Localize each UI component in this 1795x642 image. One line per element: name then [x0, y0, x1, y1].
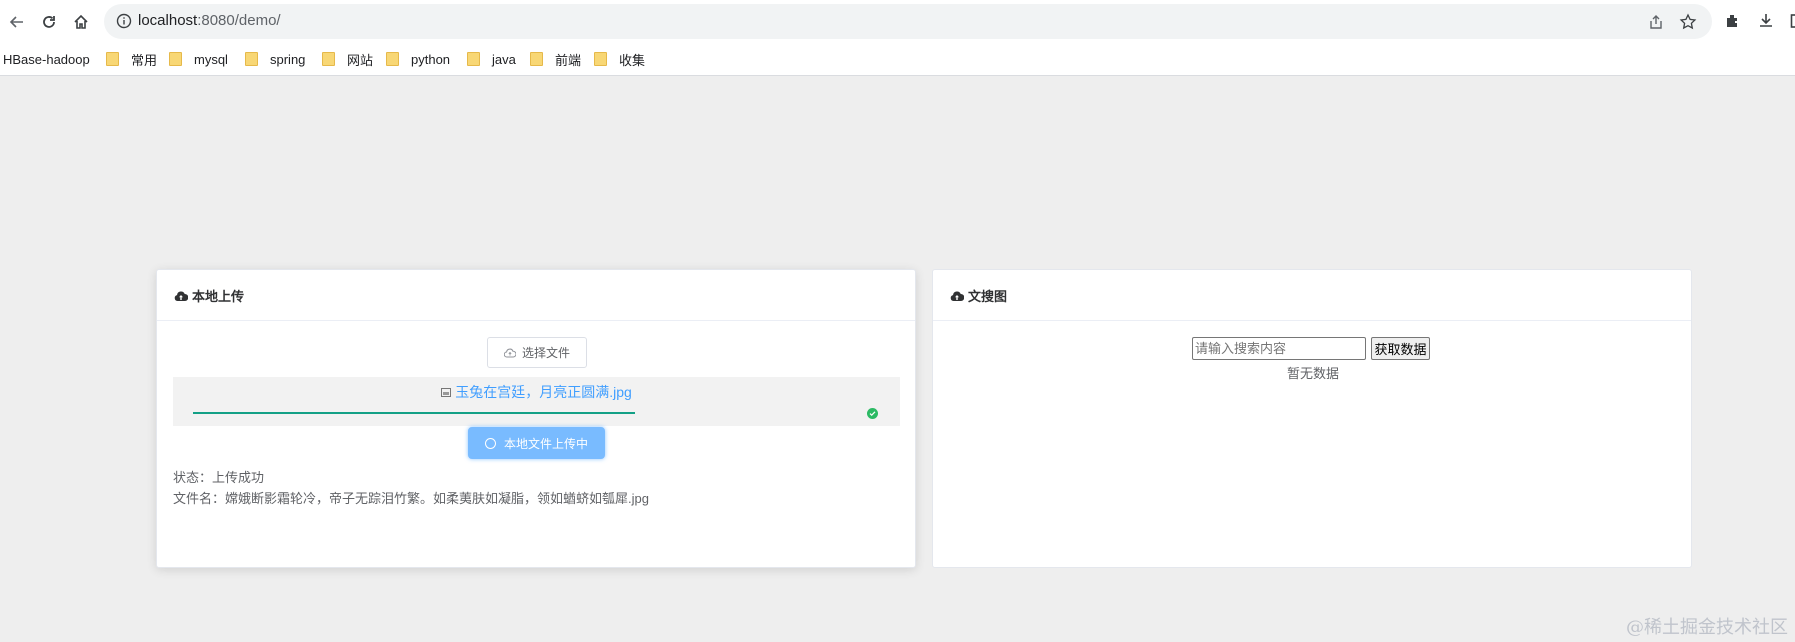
bookmark-label: mysql	[194, 51, 228, 67]
choose-file-button[interactable]: 选择文件	[487, 337, 587, 368]
bookmark-label: python	[411, 51, 451, 67]
extensions-icon[interactable]	[1724, 12, 1742, 30]
browser-toolbar: localhost:8080/demo/	[0, 0, 1795, 43]
empty-state-text: 暂无数据	[1286, 366, 1339, 381]
status-line: 状态：上传成功	[173, 470, 265, 485]
fetch-data-button[interactable]: 获取数据	[1371, 337, 1430, 360]
file-name-text: 玉兔在宫廷，月亮正圆满.jpg	[455, 384, 632, 400]
back-arrow-icon[interactable]	[6, 11, 28, 33]
folder-icon	[245, 52, 258, 66]
bookmark-folder[interactable]: 常用	[106, 49, 157, 69]
choose-file-label: 选择文件	[521, 346, 570, 360]
folder-icon	[530, 52, 543, 66]
search-card-title: 文搜图	[950, 286, 1007, 305]
upload-status: 状态：上传成功 文件名：嫦娥断影霜轮冷，帝子无踪泪竹繁。如柔荑肤如凝脂，领如蝤蛴…	[173, 467, 649, 509]
bookmark-label: spring	[270, 51, 306, 67]
success-check-icon	[867, 408, 878, 419]
bookmark-folder[interactable]: spring	[245, 49, 305, 69]
side-panel-icon[interactable]	[1786, 12, 1795, 30]
url-path: :8080/demo/	[197, 12, 281, 29]
url-text[interactable]: localhost:8080/demo/	[138, 12, 281, 29]
bookmark-folder[interactable]: 前端	[530, 49, 581, 69]
bookmark-label: 常用	[131, 52, 158, 68]
file-name-link[interactable]: 玉兔在宫廷，月亮正圆满.jpg	[173, 382, 900, 402]
image-file-icon	[441, 387, 452, 397]
folder-icon	[594, 52, 607, 66]
bookmark-folder[interactable]: 收集	[594, 49, 645, 69]
share-icon[interactable]	[1647, 13, 1665, 31]
reload-icon[interactable]	[38, 11, 60, 33]
bookmark-folder[interactable]: 网站	[322, 49, 373, 69]
folder-icon	[169, 52, 182, 66]
bookmark-label: java	[492, 51, 516, 67]
upload-button-label: 本地文件上传中	[503, 436, 588, 451]
cloud-icon	[503, 348, 516, 357]
folder-icon	[386, 52, 399, 66]
bookmark-label: 收集	[619, 52, 646, 68]
upload-card-title-text: 本地上传	[192, 289, 245, 304]
upload-card-title: 本地上传	[174, 286, 244, 305]
cloud-upload-icon	[174, 290, 188, 301]
bookmarks-bar: HBase-hadoop 常用 mysql spring 网站 python j…	[0, 43, 1795, 76]
address-bar[interactable]: localhost:8080/demo/	[104, 4, 1712, 39]
folder-icon	[322, 52, 335, 66]
upload-progress-bar	[193, 412, 635, 414]
search-card-header: 文搜图	[933, 270, 1691, 321]
search-card-title-text: 文搜图	[968, 289, 1008, 304]
loading-spinner-icon	[484, 437, 496, 449]
filename-line: 文件名：嫦娥断影霜轮冷，帝子无踪泪竹繁。如柔荑肤如凝脂，领如蝤蛴如瓠犀.jpg	[173, 491, 649, 506]
bookmark-label: 网站	[347, 52, 374, 68]
folder-icon	[106, 52, 119, 66]
upload-card: 本地上传 选择文件 玉兔在宫廷，月亮正圆满.jpg 本地文件上传中 状态：上传成…	[156, 269, 916, 568]
bookmark-star-icon[interactable]	[1679, 13, 1697, 31]
download-icon[interactable]	[1757, 12, 1775, 30]
bookmark-folder[interactable]: java	[467, 49, 516, 69]
cloud-upload-icon	[950, 290, 964, 301]
bookmark-folder[interactable]: mysql	[169, 49, 228, 69]
upload-local-file-button[interactable]: 本地文件上传中	[468, 427, 605, 459]
upload-card-header: 本地上传	[157, 270, 915, 321]
folder-icon	[467, 52, 480, 66]
bookmark-folder[interactable]: python	[386, 49, 450, 69]
bookmark-item[interactable]: HBase-hadoop	[3, 49, 90, 69]
search-input[interactable]	[1192, 337, 1366, 360]
bookmark-label: HBase-hadoop	[3, 51, 90, 67]
uploaded-file-item: 玉兔在宫廷，月亮正圆满.jpg	[173, 377, 900, 426]
bookmark-label: 前端	[555, 52, 582, 68]
watermark-text: @稀土掘金技术社区	[1626, 617, 1788, 638]
text-search-card: 文搜图 获取数据 暂无数据	[932, 269, 1692, 568]
home-icon[interactable]	[70, 11, 92, 33]
site-info-icon[interactable]	[116, 13, 132, 29]
url-host: localhost	[138, 12, 198, 29]
